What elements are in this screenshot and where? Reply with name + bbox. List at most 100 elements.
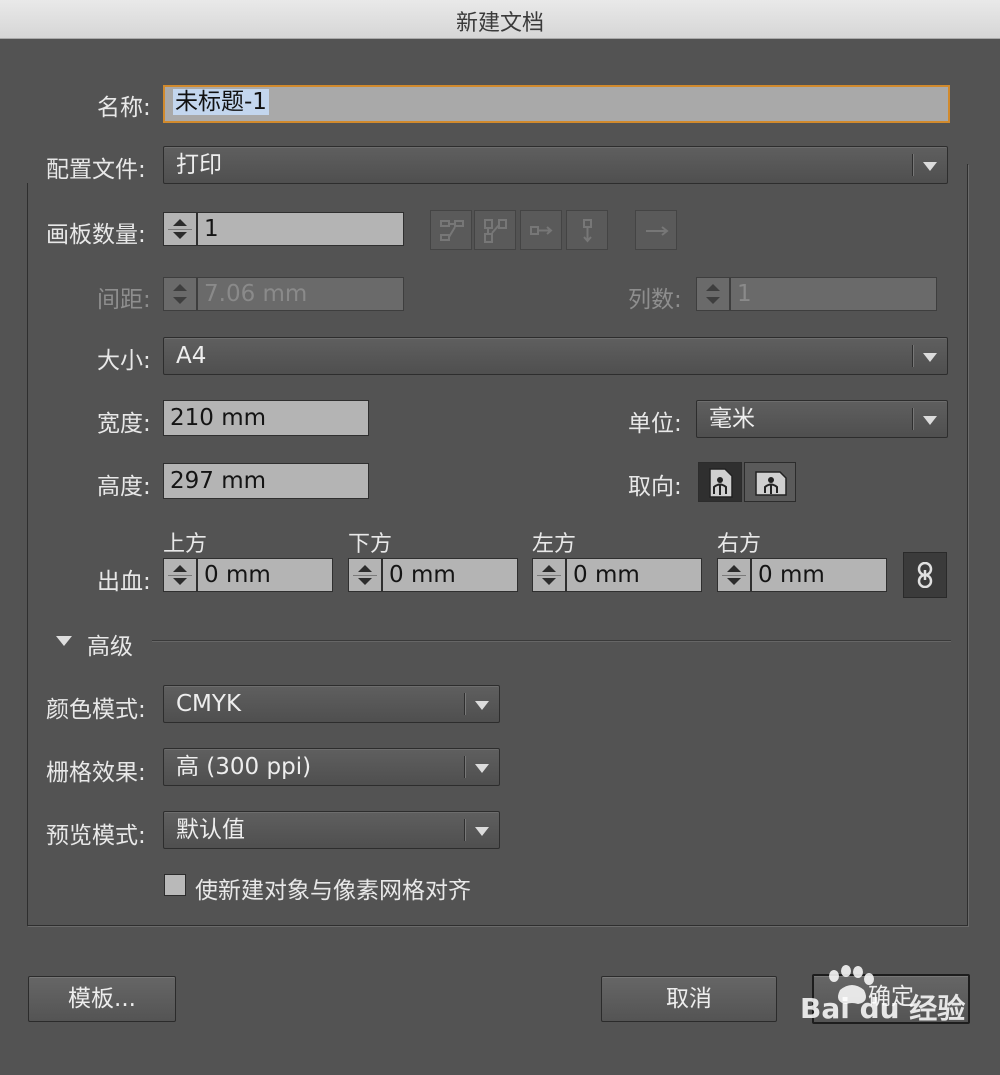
artboards-label: 画板数量: — [46, 222, 146, 248]
arrow-up-icon — [173, 284, 187, 291]
bleed-left-stepper[interactable] — [532, 558, 566, 592]
bleed-top-field[interactable]: 0 mm — [197, 558, 333, 592]
height-label: 高度: — [97, 474, 151, 500]
name-field[interactable]: 未标题-1 — [163, 85, 950, 123]
size-dropdown[interactable]: A4 — [163, 337, 948, 375]
raster-effects-dropdown[interactable]: 高 (300 ppi) — [163, 748, 500, 786]
artboards-count-field[interactable]: 1 — [197, 212, 404, 246]
portrait-button[interactable] — [698, 462, 742, 502]
arrow-up-icon — [706, 284, 720, 291]
dropdown-separator — [912, 154, 913, 176]
bleed-left-field[interactable]: 0 mm — [566, 558, 702, 592]
name-label: 名称: — [97, 95, 151, 121]
units-value: 毫米 — [709, 406, 755, 432]
stepper-divider — [537, 575, 561, 576]
landscape-button[interactable] — [744, 462, 796, 502]
chevron-down-icon — [923, 416, 937, 425]
arrange-column-icon — [583, 219, 592, 243]
stepper-divider — [722, 575, 746, 576]
units-dropdown[interactable]: 毫米 — [696, 400, 948, 438]
orientation-label: 取向: — [628, 474, 682, 500]
arrow-up-icon — [542, 565, 556, 572]
arrow-up-icon — [358, 565, 372, 572]
columns-field: 1 — [730, 277, 937, 311]
size-value: A4 — [176, 343, 207, 369]
stepper-divider — [168, 575, 192, 576]
layout-direction-button[interactable] — [635, 210, 677, 250]
title-bar: 新建文档 — [0, 0, 1000, 39]
link-bleed-button[interactable] — [903, 552, 947, 598]
disclosure-triangle-icon[interactable] — [56, 636, 72, 646]
grid-by-column-button[interactable] — [474, 210, 516, 250]
templates-button[interactable]: 模板... — [28, 976, 176, 1022]
grid-by-row-icon — [440, 220, 464, 241]
spacing-field: 7.06 mm — [197, 277, 404, 311]
color-mode-dropdown[interactable]: CMYK — [163, 685, 500, 723]
align-pixel-grid-label[interactable]: 使新建对象与像素网格对齐 — [195, 871, 471, 905]
arrow-up-icon — [727, 565, 741, 572]
size-label: 大小: — [97, 348, 151, 374]
arrow-down-icon — [173, 232, 187, 239]
dropdown-separator — [912, 345, 913, 367]
dialog-title: 新建文档 — [455, 11, 544, 36]
raster-effects-label: 栅格效果: — [46, 760, 146, 786]
width-field[interactable]: 210 mm — [163, 400, 369, 436]
advanced-divider — [152, 640, 951, 641]
stepper-divider — [353, 575, 377, 576]
grid-by-row-button[interactable] — [430, 210, 472, 250]
chevron-down-icon — [475, 827, 489, 836]
arrow-down-icon — [706, 297, 720, 304]
preview-mode-value: 默认值 — [176, 817, 245, 843]
bleed-top-stepper[interactable] — [163, 558, 197, 592]
advanced-label[interactable]: 高级 — [87, 627, 133, 661]
dropdown-separator — [464, 819, 465, 841]
bleed-right-field[interactable]: 0 mm — [751, 558, 887, 592]
bleed-bottom-field[interactable]: 0 mm — [382, 558, 518, 592]
dropdown-separator — [912, 408, 913, 430]
arrange-by-row-button[interactable] — [520, 210, 562, 250]
artboards-stepper[interactable] — [163, 212, 197, 246]
align-pixel-grid-checkbox[interactable] — [164, 874, 186, 896]
dropdown-separator — [464, 756, 465, 778]
columns-stepper — [696, 277, 730, 311]
columns-label: 列数: — [628, 287, 682, 313]
bleed-right-stepper[interactable] — [717, 558, 751, 592]
bleed-top-label: 上方 — [163, 532, 208, 557]
arrow-down-icon — [727, 578, 741, 585]
arrow-right-icon — [646, 226, 669, 236]
profile-value: 打印 — [176, 152, 222, 178]
stepper-divider — [168, 229, 192, 230]
arrow-down-icon — [542, 578, 556, 585]
chevron-down-icon — [475, 764, 489, 773]
units-label: 单位: — [628, 411, 682, 437]
name-value: 未标题-1 — [173, 89, 269, 115]
bleed-label: 出血: — [97, 569, 151, 595]
preview-mode-label: 预览模式: — [46, 823, 146, 849]
chevron-down-icon — [475, 701, 489, 710]
dropdown-separator — [464, 693, 465, 715]
watermark-text: Bai du 经验 — [800, 992, 965, 1025]
profile-dropdown[interactable]: 打印 — [163, 146, 948, 184]
chevron-down-icon — [923, 353, 937, 362]
profile-label: 配置文件: — [46, 157, 146, 183]
cancel-button[interactable]: 取消 — [601, 976, 777, 1022]
arrow-down-icon — [173, 578, 187, 585]
spacing-label: 间距: — [97, 287, 151, 313]
bleed-bottom-label: 下方 — [348, 532, 393, 557]
arrange-row-icon — [530, 226, 553, 235]
arrow-up-icon — [173, 219, 187, 226]
portrait-icon — [709, 468, 733, 498]
chain-link-icon — [917, 562, 933, 588]
preview-mode-dropdown[interactable]: 默认值 — [163, 811, 500, 849]
bleed-left-label: 左方 — [532, 532, 577, 557]
bleed-bottom-stepper[interactable] — [348, 558, 382, 592]
chevron-down-icon — [923, 162, 937, 171]
color-mode-label: 颜色模式: — [46, 697, 146, 723]
baidu-paw-icon: Bai du 经验 — [800, 965, 965, 1025]
arrange-by-column-button[interactable] — [566, 210, 608, 250]
arrow-up-icon — [173, 565, 187, 572]
landscape-icon — [755, 471, 787, 496]
grid-by-column-icon — [484, 219, 507, 243]
height-field[interactable]: 297 mm — [163, 463, 369, 499]
bleed-right-label: 右方 — [717, 532, 762, 557]
